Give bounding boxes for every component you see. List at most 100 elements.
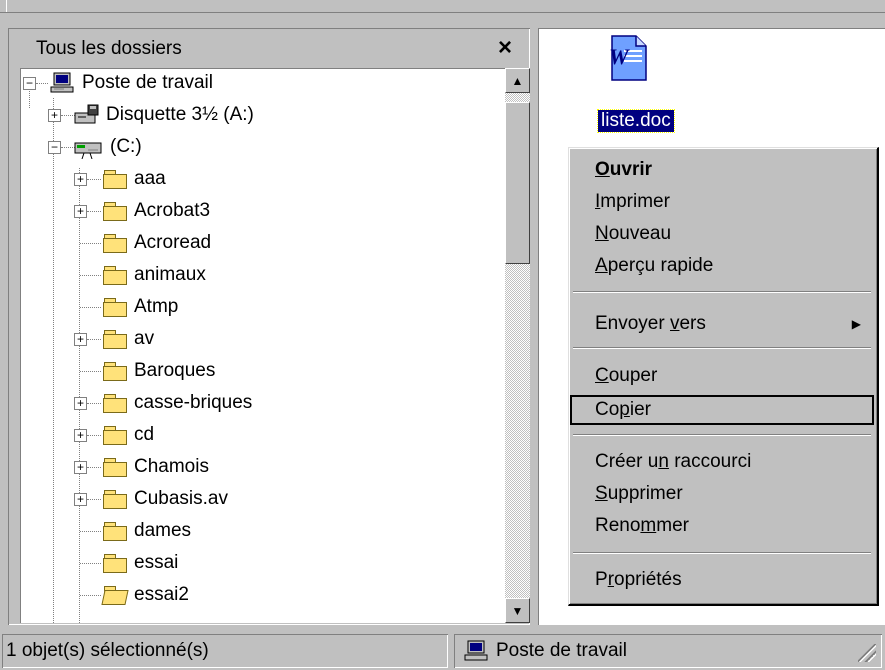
expand-icon[interactable]: + [74, 429, 87, 442]
resize-grip-icon[interactable] [858, 644, 876, 662]
tree-item-folder[interactable]: essai2 [20, 580, 500, 610]
menu-item-apercu-rapide[interactable]: Aperçu rapide [569, 250, 875, 282]
folders-panel-title: Tous les dossiers [36, 38, 182, 59]
expand-icon[interactable]: + [74, 173, 87, 186]
tree-label-folder: essai2 [134, 584, 189, 605]
open-folder-icon [101, 586, 129, 605]
scroll-thumb[interactable] [505, 102, 530, 264]
folder-icon [103, 330, 127, 349]
menu-item-couper[interactable]: Couper [569, 360, 875, 392]
expand-icon[interactable]: + [74, 493, 87, 506]
expand-icon[interactable]: + [74, 333, 87, 346]
status-bar: 1 objet(s) sélectionné(s) Poste de trava… [0, 630, 885, 670]
menu-label-imprimer: Imprimer [595, 191, 670, 212]
tree-item-folder[interactable]: + Chamois [20, 452, 500, 482]
menu-separator [573, 434, 871, 436]
tree-item-folder[interactable]: + casse-briques [20, 388, 500, 418]
scroll-up-button[interactable]: ▲ [505, 68, 530, 93]
menu-item-ouvrir[interactable]: Ouvrir [569, 154, 875, 186]
svg-text:W: W [609, 44, 630, 69]
menu-label-supprimer: Supprimer [595, 483, 683, 504]
expand-icon[interactable]: + [48, 109, 61, 122]
scroll-down-button[interactable]: ▼ [505, 598, 530, 623]
tree-scrollbar[interactable]: ▲ ▼ [505, 68, 530, 623]
tree-item-drive-c[interactable]: − (C:) [20, 132, 500, 162]
tree-label-folder: casse-briques [134, 392, 253, 413]
menu-label-apercu: Aperçu rapide [595, 255, 714, 276]
menu-item-supprimer[interactable]: Supprimer [569, 478, 875, 510]
tree-item-folder[interactable]: dames [20, 516, 500, 546]
expand-icon[interactable]: + [74, 461, 87, 474]
tree-item-folder[interactable]: Atmp [20, 292, 500, 322]
menu-separator [573, 347, 871, 349]
tree-label-folder: Chamois [134, 456, 209, 477]
collapse-icon[interactable]: − [48, 141, 61, 154]
tree-label-folder: animaux [134, 264, 206, 285]
status-location-panel: Poste de travail [454, 634, 882, 668]
word-document-icon[interactable]: W [608, 34, 648, 82]
tree-label-folder: Acrobat3 [134, 200, 211, 221]
expand-icon[interactable]: + [74, 397, 87, 410]
tree-label-folder: Baroques [134, 360, 216, 381]
menu-label-envoyer: Envoyer vers [595, 313, 706, 334]
menu-label-renommer: Renommer [595, 515, 689, 536]
tree-item-folder[interactable]: + Cubasis.av [20, 484, 500, 514]
menu-item-copier[interactable]: Copier [569, 394, 875, 426]
menu-item-creer-raccourci[interactable]: Créer un raccourci [569, 446, 875, 478]
tree-label-root: Poste de travail [82, 72, 213, 93]
tree-label-folder: essai [134, 552, 179, 573]
tree-label-drive-a: Disquette 3½ (A:) [106, 104, 254, 125]
folder-icon [103, 394, 127, 413]
folder-icon [103, 202, 127, 221]
status-selection: 1 objet(s) sélectionné(s) [2, 634, 448, 668]
down-arrow-icon: ▼ [511, 604, 524, 618]
menu-item-envoyer-vers[interactable]: Envoyer vers ▶ [569, 308, 875, 340]
up-arrow-icon: ▲ [511, 74, 524, 88]
top-frame-edge [0, 0, 885, 13]
tree-item-folder[interactable]: essai [20, 548, 500, 578]
context-menu: Ouvrir Imprimer Nouveau Aperçu rapide En… [568, 147, 879, 606]
folder-icon [103, 490, 127, 509]
folders-panel: Tous les dossiers × − Poste de travail +… [8, 28, 530, 625]
menu-item-nouveau[interactable]: Nouveau [569, 218, 875, 250]
expand-icon[interactable]: + [74, 205, 87, 218]
submenu-arrow-icon: ▶ [851, 317, 861, 331]
tree-label-folder: cd [134, 424, 155, 445]
menu-separator [573, 291, 871, 293]
tree-item-disquette[interactable]: + Disquette 3½ (A:) [20, 100, 500, 130]
menu-label-nouveau: Nouveau [595, 223, 672, 244]
computer-icon [464, 640, 488, 661]
close-panel-icon[interactable]: × [498, 34, 512, 62]
tree-item-folder[interactable]: + cd [20, 420, 500, 450]
tree-label-folder: Cubasis.av [134, 488, 228, 509]
folder-icon [103, 234, 127, 253]
collapse-icon[interactable]: − [23, 77, 36, 90]
tree-label-folder: av [134, 328, 155, 349]
floppy-drive-icon [74, 104, 99, 124]
tree-item-folder[interactable]: + av [20, 324, 500, 354]
folder-icon [103, 426, 127, 445]
folders-panel-header: Tous les dossiers × [10, 30, 528, 68]
tree-item-folder[interactable]: Acroread [20, 228, 500, 258]
hard-drive-icon [74, 142, 102, 159]
tree-label-folder: dames [134, 520, 192, 541]
menu-label-proprietes: Propriétés [595, 569, 682, 590]
tree-item-folder[interactable]: animaux [20, 260, 500, 290]
file-name-label[interactable]: liste.doc [597, 109, 675, 133]
tree-item-folder[interactable]: + aaa [20, 164, 500, 194]
folder-icon [103, 522, 127, 541]
explorer-window: Tous les dossiers × − Poste de travail +… [0, 0, 885, 670]
folder-tree: − Poste de travail + Disquette 3½ (A:) −… [20, 68, 505, 623]
menu-item-renommer[interactable]: Renommer [569, 510, 875, 542]
tree-item-folder[interactable]: + Acrobat3 [20, 196, 500, 226]
menu-separator [573, 552, 871, 554]
tree-label-folder: Atmp [134, 296, 179, 317]
folder-icon [103, 554, 127, 573]
tree-label-folder: aaa [134, 168, 166, 189]
menu-item-imprimer[interactable]: Imprimer [569, 186, 875, 218]
computer-icon [50, 72, 74, 93]
menu-item-proprietes[interactable]: Propriétés [569, 564, 875, 596]
menu-label-copier: Copier [595, 399, 651, 420]
tree-item-poste-de-travail[interactable]: − Poste de travail [20, 68, 500, 98]
tree-item-folder[interactable]: Baroques [20, 356, 500, 386]
